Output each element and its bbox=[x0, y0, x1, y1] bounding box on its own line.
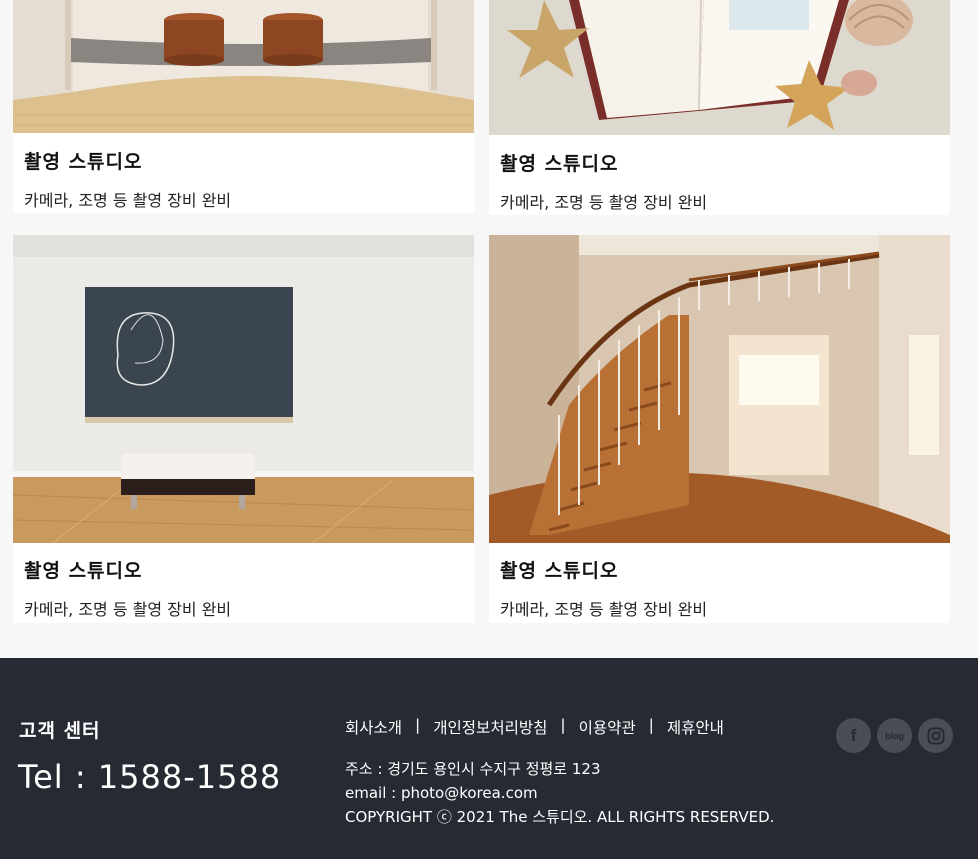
facebook-icon[interactable]: f bbox=[836, 718, 871, 753]
card-title: 촬영 스튜디오 bbox=[24, 560, 143, 582]
site-footer: 고객 센터 Tel : 1588-1588 회사소개 | 개인정보처리방침 | … bbox=[0, 658, 978, 859]
card-title: 촬영 스튜디오 bbox=[500, 560, 619, 582]
link-separator: | bbox=[648, 716, 654, 734]
customer-center-title: 고객 센터 bbox=[19, 720, 101, 742]
instagram-icon[interactable] bbox=[918, 718, 953, 753]
link-separator: | bbox=[415, 716, 421, 734]
studio-card[interactable]: 촬영 스튜디오 카메라, 조명 등 촬영 장비 완비 bbox=[13, 235, 474, 623]
gallery-grid: 촬영 스튜디오 카메라, 조명 등 촬영 장비 완비 촬영 스튜디오 카메라, … bbox=[0, 0, 978, 658]
footer-link-privacy[interactable]: 개인정보처리방침 bbox=[433, 716, 547, 738]
footer-link-terms[interactable]: 이용약관 bbox=[579, 716, 636, 738]
footer-link-partnership[interactable]: 제휴안내 bbox=[667, 716, 724, 738]
studio-photo bbox=[489, 0, 950, 135]
customer-center-phone: Tel : 1588-1588 bbox=[18, 758, 282, 796]
studio-card[interactable]: 촬영 스튜디오 카메라, 조명 등 촬영 장비 완비 bbox=[489, 0, 950, 215]
social-links: f blog bbox=[836, 718, 953, 753]
link-separator: | bbox=[560, 716, 566, 734]
footer-address: 주소 : 경기도 용인시 수지구 정평로 123 bbox=[345, 760, 601, 778]
card-description: 카메라, 조명 등 촬영 장비 완비 bbox=[500, 193, 708, 212]
card-description: 카메라, 조명 등 촬영 장비 완비 bbox=[24, 191, 232, 210]
card-title: 촬영 스튜디오 bbox=[24, 151, 143, 173]
studio-photo bbox=[13, 235, 474, 543]
footer-links: 회사소개 | 개인정보처리방침 | 이용약관 | 제휴안내 bbox=[345, 716, 724, 738]
footer-email: email : photo@korea.com bbox=[345, 784, 538, 802]
card-description: 카메라, 조명 등 촬영 장비 완비 bbox=[24, 600, 232, 619]
card-title: 촬영 스튜디오 bbox=[500, 153, 619, 175]
studio-card[interactable]: 촬영 스튜디오 카메라, 조명 등 촬영 장비 완비 bbox=[489, 235, 950, 623]
studio-photo bbox=[489, 235, 950, 543]
studio-photo bbox=[13, 0, 474, 133]
footer-info: 주소 : 경기도 용인시 수지구 정평로 123 email : photo@k… bbox=[345, 757, 774, 829]
blog-icon[interactable]: blog bbox=[877, 718, 912, 753]
footer-link-about[interactable]: 회사소개 bbox=[345, 716, 402, 738]
card-description: 카메라, 조명 등 촬영 장비 완비 bbox=[500, 600, 708, 619]
studio-card[interactable]: 촬영 스튜디오 카메라, 조명 등 촬영 장비 완비 bbox=[13, 0, 474, 213]
footer-copyright: COPYRIGHT ⓒ 2021 The 스튜디오. ALL RIGHTS RE… bbox=[345, 808, 775, 826]
